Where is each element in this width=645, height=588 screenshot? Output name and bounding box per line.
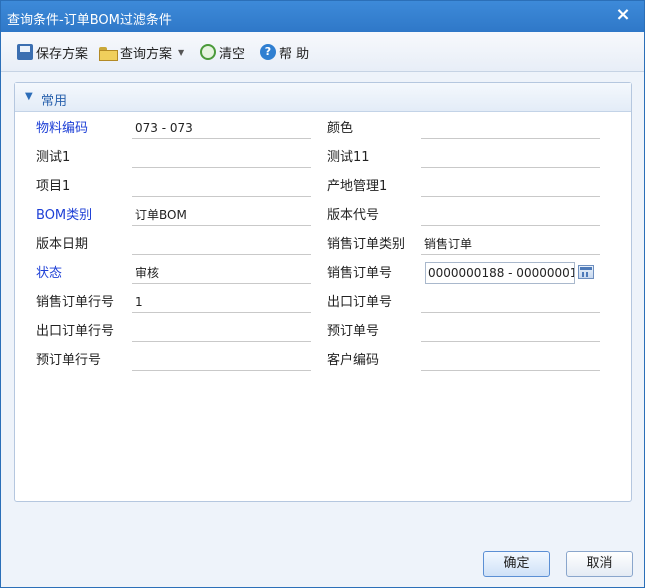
close-icon[interactable]: × — [614, 6, 632, 24]
help-label: 帮 助 — [279, 46, 310, 62]
preorder-no-label: 预订单号 — [327, 324, 380, 339]
export-order-line-field[interactable] — [132, 320, 311, 342]
save-icon — [17, 44, 33, 60]
color-field[interactable] — [421, 117, 600, 139]
item1-field[interactable] — [132, 175, 311, 197]
sales-order-no-field[interactable]: 0000000188 - 0000000188 — [425, 262, 575, 284]
window-title: 查询条件-订单BOM过滤条件 — [7, 13, 172, 28]
help-icon: ? — [260, 44, 276, 60]
version-code-label: 版本代号 — [327, 208, 380, 223]
clear-label: 清空 — [219, 46, 246, 62]
bom-category-label: BOM类别 — [36, 208, 93, 223]
title-bar: 查询条件-订单BOM过滤条件 × — [1, 1, 644, 32]
dropdown-caret-icon: ▼ — [178, 47, 185, 57]
item1-label: 项目1 — [36, 179, 71, 194]
origin-mgmt1-field[interactable] — [421, 175, 600, 197]
customer-code-label: 客户编码 — [327, 353, 380, 368]
material-code-label: 物料编码 — [36, 121, 89, 136]
export-order-no-field[interactable] — [421, 291, 600, 313]
version-code-field[interactable] — [421, 204, 600, 226]
test1-field[interactable] — [132, 146, 311, 168]
sales-order-type-field[interactable]: 销售订单 — [421, 233, 600, 255]
clear-icon — [200, 44, 216, 60]
save-scheme-label: 保存方案 — [36, 46, 89, 62]
save-scheme-button[interactable]: 保存方案 — [17, 43, 89, 62]
origin-mgmt1-label: 产地管理1 — [327, 179, 388, 194]
export-order-line-label: 出口订单行号 — [36, 324, 115, 339]
preorder-line-label: 预订单行号 — [36, 353, 102, 368]
export-order-no-label: 出口订单号 — [327, 295, 393, 310]
clear-button[interactable]: 清空 — [200, 43, 246, 62]
help-button[interactable]: ? 帮 助 — [260, 43, 310, 62]
query-scheme-label: 查询方案 — [120, 46, 173, 62]
preorder-line-field[interactable] — [132, 349, 311, 371]
sales-order-type-label: 销售订单类别 — [327, 237, 406, 252]
sales-order-no-label: 销售订单号 — [327, 266, 393, 281]
customer-code-field[interactable] — [421, 349, 600, 371]
test11-field[interactable] — [421, 146, 600, 168]
ok-button[interactable]: 确定 — [483, 551, 550, 577]
panel-title: 常用 — [41, 94, 68, 109]
calendar-icon[interactable] — [578, 265, 594, 279]
bom-category-field[interactable]: 订单BOM — [132, 204, 311, 226]
test11-label: 测试11 — [327, 150, 370, 165]
test1-label: 测试1 — [36, 150, 71, 165]
folder-icon — [99, 44, 118, 61]
collapse-chevron-icon[interactable]: ▼ — [25, 91, 35, 102]
common-conditions-panel: ▼ 常用 物料编码 073 - 073 颜色 测试1 测试11 项目1 产地管理… — [14, 82, 632, 502]
material-code-field[interactable]: 073 - 073 — [132, 117, 311, 139]
query-dialog: 查询条件-订单BOM过滤条件 × 保存方案 查询方案 ▼ 清空 ? 帮 助 ▼ … — [0, 0, 645, 588]
toolbar: 保存方案 查询方案 ▼ 清空 ? 帮 助 — [1, 32, 644, 72]
panel-header[interactable]: ▼ 常用 — [15, 83, 631, 112]
color-label: 颜色 — [327, 121, 354, 136]
query-scheme-button[interactable]: 查询方案 ▼ — [99, 43, 185, 62]
cancel-button[interactable]: 取消 — [566, 551, 633, 577]
sales-order-line-label: 销售订单行号 — [36, 295, 115, 310]
status-field[interactable]: 审核 — [132, 262, 311, 284]
preorder-no-field[interactable] — [421, 320, 600, 342]
version-date-label: 版本日期 — [36, 237, 89, 252]
sales-order-line-field[interactable]: 1 — [132, 291, 311, 313]
status-label: 状态 — [36, 266, 63, 281]
version-date-field[interactable] — [132, 233, 311, 255]
